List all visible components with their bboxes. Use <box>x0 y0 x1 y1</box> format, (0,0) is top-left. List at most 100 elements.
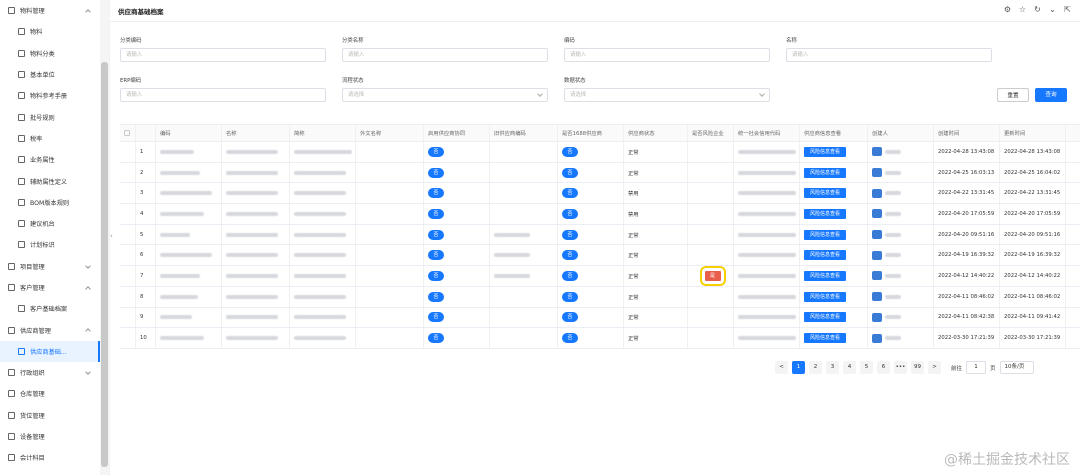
code-input[interactable]: 请输入 <box>564 48 770 62</box>
table-row[interactable]: 7 否 否 正常是 风险信息查看 2022-04-12 14:40:22 2022-04-1… <box>120 266 1080 287</box>
risk-info-view-button[interactable]: 风险信息查看 <box>804 229 847 240</box>
table-row[interactable]: 10 否 否 正常 风险信息查看 2022-03-30 17:21:39 2022-03-3… <box>120 328 1080 349</box>
watermark: @稀土掘金技术社区 <box>944 452 1070 468</box>
cell-collab: 否 <box>424 162 490 183</box>
page-button[interactable]: 99 <box>911 361 924 374</box>
sidebar-item[interactable]: 建议机台 <box>0 213 100 234</box>
risk-info-view-button[interactable]: 风险信息查看 <box>804 333 847 344</box>
row-checkbox-cell[interactable] <box>120 224 136 245</box>
sidebar-item[interactable]: 物料参考手册 <box>0 85 100 106</box>
sidebar-item[interactable]: 批号规则 <box>0 106 100 127</box>
cell-code <box>156 307 222 328</box>
cell-1688: 否 <box>558 307 624 328</box>
sidebar-item[interactable]: 计划标识 <box>0 234 100 255</box>
row-checkbox-cell[interactable] <box>120 266 136 286</box>
redacted-text <box>885 315 901 320</box>
risk-info-view-button[interactable]: 风险信息查看 <box>804 208 847 219</box>
name-input[interactable]: 请输入 <box>786 48 992 62</box>
cell-collab: 否 <box>424 204 490 224</box>
select-all-checkbox[interactable] <box>120 125 136 141</box>
row-checkbox-cell[interactable] <box>120 204 136 224</box>
process-status-select[interactable]: 请选择 <box>342 88 548 102</box>
sidebar-item[interactable]: 货位管理 <box>0 405 100 426</box>
cell-foreign-name <box>356 224 424 245</box>
sidebar-item[interactable]: 供应商基础... <box>0 340 100 363</box>
risk-info-view-button[interactable]: 风险信息查看 <box>804 188 847 199</box>
risk-info-view-button[interactable]: 风险信息查看 <box>804 167 847 178</box>
sidebar-item[interactable]: 基本单位 <box>0 64 100 85</box>
sidebar-item[interactable]: 仓库管理 <box>0 383 100 404</box>
risk-info-view-button[interactable]: 风险信息查看 <box>804 270 847 281</box>
row-checkbox-cell[interactable] <box>120 286 136 307</box>
goto-page-input[interactable]: 1 <box>966 361 987 374</box>
redacted-text <box>738 253 796 258</box>
table-row[interactable]: 3 否 否 禁用 风险信息查看 2022-04-22 13:31:45 2022-04-22… <box>120 183 1080 205</box>
page-button[interactable]: 2 <box>809 361 822 374</box>
gear-icon[interactable]: ⚙ <box>1003 5 1012 14</box>
collapse-sidebar-icon[interactable]: ‹ <box>110 232 116 244</box>
table-row[interactable]: 2 否 否 正常 风险信息查看 2022-04-25 16:03:13 2022-04-25… <box>120 162 1080 184</box>
prev-page-button[interactable]: < <box>775 361 788 374</box>
risk-info-view-button[interactable]: 风险信息查看 <box>804 291 847 302</box>
reset-button[interactable]: 重置 <box>997 88 1029 102</box>
sidebar-item[interactable]: 税率 <box>0 128 100 149</box>
sidebar-item[interactable]: 项目管理 <box>0 256 100 277</box>
row-checkbox-cell[interactable] <box>120 307 136 328</box>
table-row[interactable]: 1 否 否 正常 风险信息查看 2022-04-28 13:43:08 2022-04-28… <box>120 142 1080 163</box>
table-row[interactable]: 5 否 否 正常 风险信息查看 2022-04-20 09:51:16 2022-04-20… <box>120 224 1080 246</box>
sidebar-item[interactable]: 业务属性 <box>0 149 100 170</box>
table-row[interactable]: 4 否 否 禁用 风险信息查看 2022-04-20 17:05:59 2022-04-20… <box>120 204 1080 225</box>
page-size-select[interactable]: 10条/页 <box>999 361 1034 374</box>
avatar <box>872 209 882 219</box>
chevron-down-icon[interactable]: ⌄ <box>1048 5 1057 14</box>
search-button[interactable]: 查询 <box>1035 88 1067 102</box>
sidebar-item[interactable]: 行政组织 <box>0 362 100 383</box>
erp-code-input[interactable]: 请输入 <box>120 88 326 102</box>
cell-risk <box>688 142 734 162</box>
row-checkbox-cell[interactable] <box>120 245 136 266</box>
risk-info-view-button[interactable]: 风险信息查看 <box>804 312 847 323</box>
refresh-icon[interactable]: ↻ <box>1033 5 1042 14</box>
cell-risk <box>688 245 734 266</box>
export-icon[interactable]: ⇱ <box>1063 5 1072 14</box>
sidebar-item-label: 税率 <box>30 135 43 143</box>
cell-updated-time: 2022-04-11 08:46:02 <box>1000 286 1066 307</box>
next-page-button[interactable]: > <box>928 361 941 374</box>
table-row[interactable]: 6 否 否 正常 风险信息查看 2022-04-19 16:39:32 2022-04-19… <box>120 245 1080 267</box>
row-checkbox-cell[interactable] <box>120 183 136 204</box>
page-button[interactable]: 5 <box>860 361 873 374</box>
sidebar-scroll-thumb[interactable] <box>101 62 108 467</box>
page-button[interactable]: 4 <box>843 361 856 374</box>
sidebar-item[interactable]: 会计科目 <box>0 447 100 468</box>
sidebar-item[interactable]: 物料 <box>0 21 100 42</box>
risk-info-view-button[interactable]: 风险信息查看 <box>804 146 847 157</box>
sidebar-item[interactable]: 客户基础档案 <box>0 298 100 319</box>
redacted-text <box>160 211 204 216</box>
row-checkbox-cell[interactable] <box>120 142 136 162</box>
sidebar-item[interactable]: 辅助属性定义 <box>0 170 100 191</box>
sidebar-item[interactable]: 物料分类 <box>0 43 100 64</box>
risk-info-view-button[interactable]: 风险信息查看 <box>804 250 847 261</box>
page-button[interactable]: ••• <box>894 361 907 374</box>
category-name-input[interactable]: 请输入 <box>342 48 548 62</box>
page-button[interactable]: 3 <box>826 361 839 374</box>
is-1688-badge: 否 <box>562 229 578 240</box>
table-row[interactable]: 8 否 否 正常 风险信息查看 2022-04-11 08:46:02 2022-04-11… <box>120 286 1080 308</box>
star-icon[interactable]: ☆ <box>1018 5 1027 14</box>
sidebar-item[interactable]: 客商风险信息监控 <box>0 469 100 475</box>
data-status-select[interactable]: 请选择 <box>564 88 770 102</box>
row-checkbox-cell[interactable] <box>120 162 136 183</box>
sidebar-item[interactable]: 供应商管理 <box>0 319 100 340</box>
row-checkbox-cell[interactable] <box>120 328 136 348</box>
page-button[interactable]: 6 <box>877 361 890 374</box>
redacted-text <box>160 253 212 258</box>
table-row[interactable]: 9 否 否 正常 风险信息查看 2022-04-11 08:42:38 2022-04-11… <box>120 307 1080 329</box>
checkbox[interactable] <box>124 130 130 136</box>
sidebar-item[interactable]: BOM版本规则 <box>0 192 100 213</box>
page-button[interactable]: 1 <box>792 361 805 374</box>
category-code-input[interactable]: 请输入 <box>120 48 326 62</box>
column-header: 供应商状态 <box>624 125 688 141</box>
sidebar-item[interactable]: 物料管理 <box>0 0 100 21</box>
sidebar-item[interactable]: 客户管理 <box>0 277 100 298</box>
sidebar-item[interactable]: 设备管理 <box>0 426 100 447</box>
